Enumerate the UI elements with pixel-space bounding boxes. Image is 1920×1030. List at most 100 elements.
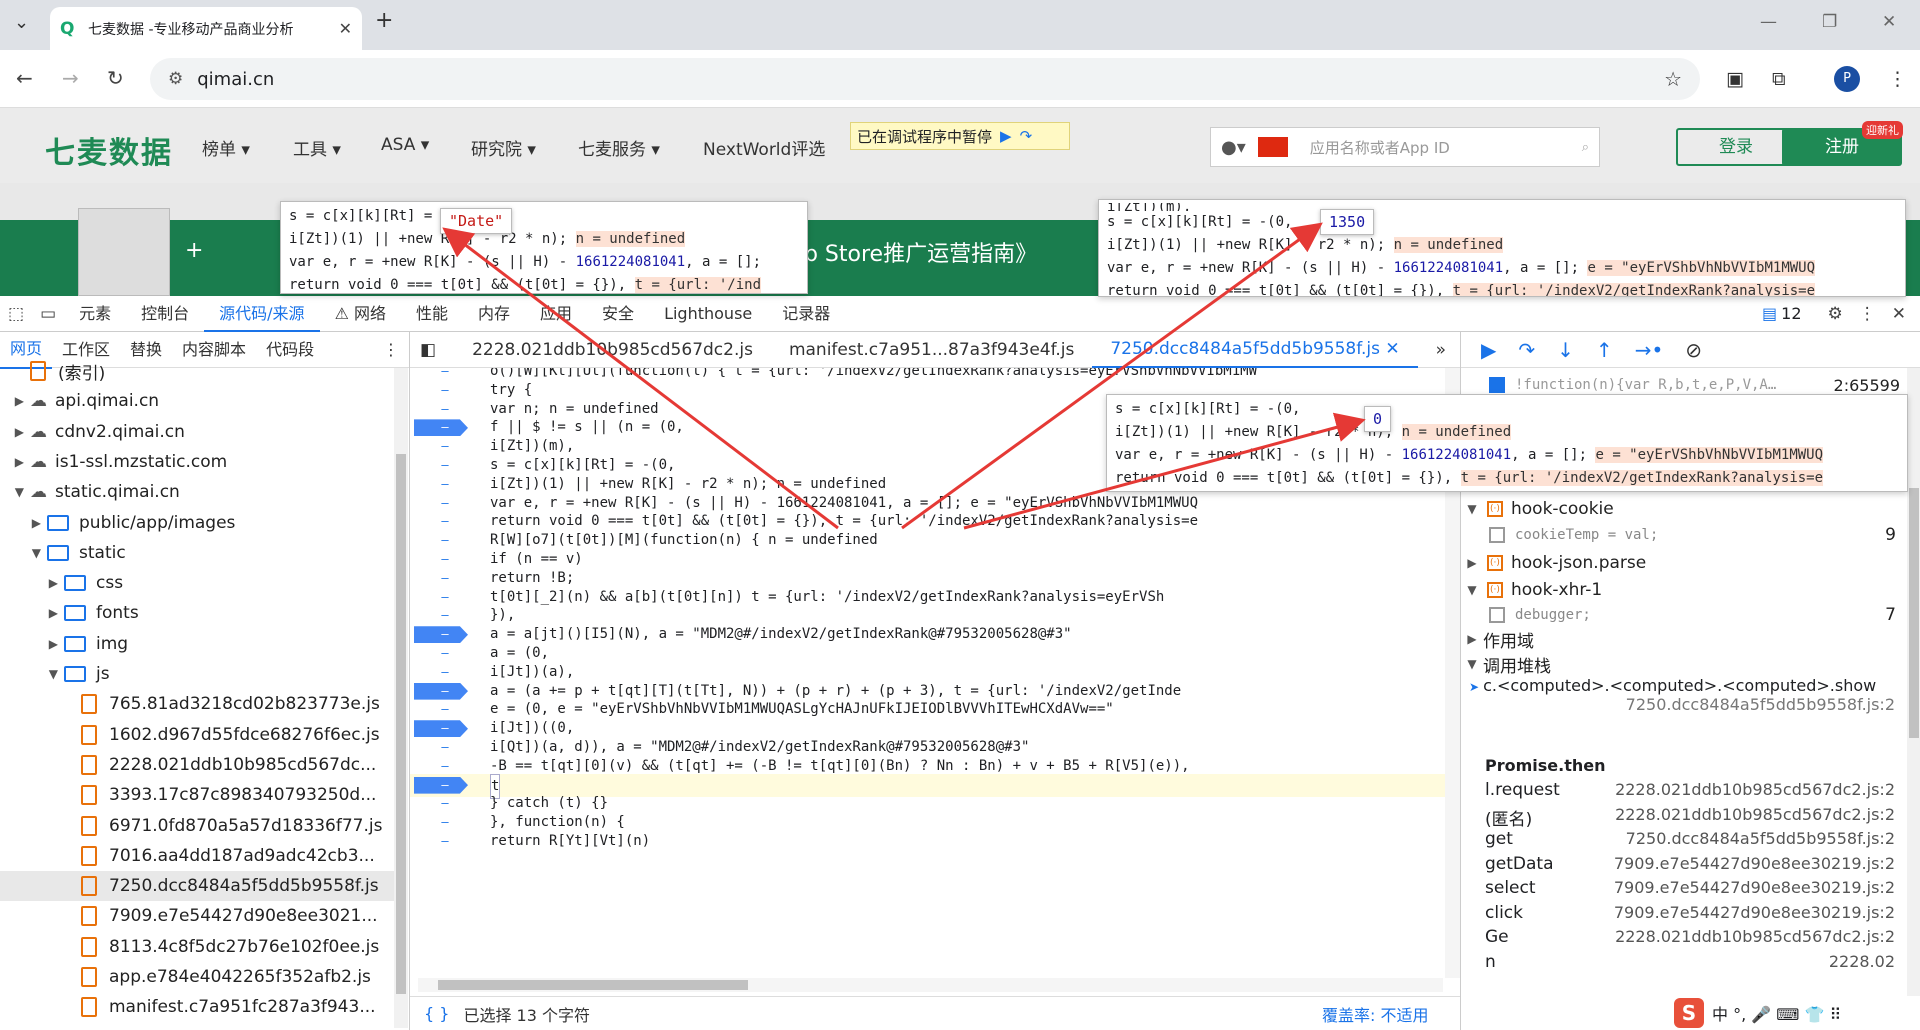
site-logo[interactable]: 七麦数据 [45, 128, 173, 172]
settings-gear-icon[interactable]: ⚙ [1820, 304, 1851, 324]
app-search[interactable]: ●▾ 应用名称或者App ID ⌕ [1210, 127, 1600, 167]
tree-item[interactable]: ▼ static [0, 538, 395, 568]
expand-arrow-icon[interactable]: ▼ [0, 546, 47, 560]
inspect-element-icon[interactable]: ⬚ [0, 304, 32, 324]
forward-icon[interactable]: → [62, 66, 79, 90]
code-line[interactable]: – return R[Yt][Vt](n) [410, 830, 1445, 853]
tree-item[interactable]: ▶ css [0, 568, 395, 598]
expand-arrow-icon[interactable]: ▶ [0, 606, 64, 620]
navigator-scrollbar[interactable] [394, 368, 408, 1028]
expand-arrow-icon[interactable]: ▶ [0, 455, 30, 469]
callstack-section[interactable]: ▼ 调用堆栈 [1461, 649, 1906, 679]
deactivate-breakpoints-icon[interactable]: ⊘ [1685, 338, 1702, 362]
nav-nextworld[interactable]: NextWorld评选 [703, 135, 825, 160]
pretty-print-icon[interactable]: { } [424, 1004, 449, 1023]
tab-lighthouse[interactable]: Lighthouse [649, 296, 767, 332]
tab-recorder[interactable]: 记录器 [767, 296, 845, 332]
tree-item[interactable]: (索引) [0, 356, 395, 386]
tab-elements[interactable]: 元素 [64, 296, 126, 332]
restore-icon[interactable]: ❐ [1822, 12, 1837, 32]
url-text[interactable]: qimai.cn [197, 69, 1664, 90]
browser-tab[interactable]: Q 七麦数据 -专业移动产品商业分析 ✕ [50, 7, 362, 50]
scroll-thumb[interactable] [396, 454, 406, 994]
tree-item[interactable]: ▼ js [0, 659, 395, 689]
nav-tools[interactable]: 工具 ▾ [293, 135, 341, 160]
search-icon[interactable]: ⌕ [1582, 140, 1589, 155]
tree-item[interactable]: 1602.d967d55fdce68276f6ec.js [0, 720, 395, 750]
xhr-item[interactable]: cookieTemp = val; 9 [1461, 520, 1906, 550]
issues-count[interactable]: 12 [1777, 304, 1819, 323]
close-devtools-icon[interactable]: ✕ [1884, 304, 1920, 324]
tree-item[interactable]: app.e784e4042265f352afb2.js [0, 962, 395, 992]
profile-avatar[interactable]: P [1834, 66, 1860, 92]
login-button[interactable]: 登录 [1676, 128, 1796, 166]
tab-close-icon[interactable]: ✕ [339, 19, 352, 38]
callstack-frame[interactable]: select 7909.e7e54427d90e8ee30219.js:2 [1485, 878, 1905, 898]
coverage-status[interactable]: 覆盖率: 不适用 [1322, 1002, 1428, 1026]
extensions-puzzle-icon[interactable]: ⧉ [1772, 68, 1786, 90]
tree-item[interactable]: 7250.dcc8484a5f5dd5b9558f.js [0, 871, 395, 902]
tab-security[interactable]: 安全 [587, 296, 649, 332]
tree-item[interactable]: ▶ ☁ is1-ssl.mzstatic.com [0, 447, 395, 477]
breakpoint-checkbox[interactable] [1489, 377, 1505, 393]
nav-research[interactable]: 研究院 ▾ [471, 135, 536, 160]
step-over-icon[interactable]: ↷ [1020, 127, 1033, 145]
back-icon[interactable]: ← [16, 66, 33, 90]
tree-item[interactable]: ▶ fonts [0, 598, 395, 628]
item-checkbox[interactable] [1489, 607, 1505, 623]
debugger-scrollbar[interactable] [1907, 368, 1920, 1030]
tree-item[interactable]: ▼ ☁ static.qimai.cn [0, 477, 395, 507]
callstack-frame[interactable]: getData 7909.e7e54427d90e8ee30219.js:2 [1485, 854, 1905, 874]
callstack-current-frame[interactable]: ➤ c.<computed>.<computed>.<computed>.show… [1469, 676, 1905, 714]
apple-icon[interactable]: ●▾ [1221, 137, 1246, 158]
site-info-icon[interactable]: ⚙ [168, 69, 183, 89]
tree-item[interactable]: 7016.aa4dd187ad9adc42cb3... [0, 841, 395, 871]
expand-arrow-icon[interactable]: ▶ [0, 576, 64, 590]
step-into-icon[interactable]: ↓ [1557, 338, 1574, 362]
tree-item[interactable]: ▶ public/app/images [0, 508, 395, 538]
scroll-thumb[interactable] [438, 980, 748, 990]
expand-arrow-icon[interactable]: ▼ [0, 667, 64, 681]
expand-arrow-icon[interactable]: ▶ [0, 637, 64, 651]
file-tab-active[interactable]: 7250.dcc8484a5f5dd5b9558f.js ✕ [1092, 332, 1418, 368]
file-tab[interactable]: 2228.021ddb10b985cd567dc2.js [454, 340, 771, 360]
ime-toolbar[interactable]: S 中 °, 🎤 ⌨ 👕 ⠿ [1668, 996, 1920, 1030]
tree-item[interactable]: 7909.e7e54427d90e8ee3021... [0, 901, 395, 931]
tree-item[interactable]: 6971.0fd870a5a57d18336f77.js [0, 811, 395, 841]
tab-console[interactable]: 控制台 [126, 296, 204, 332]
callstack-frame[interactable]: Ge 2228.021ddb10b985cd567dc2.js:2 [1485, 927, 1905, 947]
tab-sources[interactable]: 源代码/来源 [204, 296, 320, 332]
expand-arrow-icon[interactable]: ▶ [0, 394, 30, 408]
tree-item[interactable]: 765.81ad3218cd02b823773e.js [0, 689, 395, 719]
tree-item[interactable]: 2228.021ddb10b985cd567dc... [0, 750, 395, 780]
tab-memory[interactable]: 内存 [463, 296, 525, 332]
scroll-thumb[interactable] [1909, 488, 1919, 738]
file-tab[interactable]: manifest.c7a951...87a3f943e4f.js [771, 340, 1092, 360]
line-gutter[interactable]: – [410, 830, 480, 853]
tree-item[interactable]: ▶ img [0, 629, 395, 659]
callstack-frame[interactable]: click 7909.e7e54427d90e8ee30219.js:2 [1485, 903, 1905, 923]
reload-icon[interactable]: ↻ [107, 66, 124, 90]
minimize-icon[interactable]: — [1760, 12, 1777, 32]
step-out-icon[interactable]: ↑ [1596, 338, 1613, 362]
callstack-frame[interactable]: get 7250.dcc8484a5f5dd5b9558f.js:2 [1485, 829, 1905, 849]
tree-item[interactable]: ▶ ☁ api.qimai.cn [0, 386, 395, 416]
tree-item[interactable]: manifest.c7a951fc287a3f943... [0, 992, 395, 1022]
resume-icon[interactable]: ▶︎ [1000, 127, 1012, 145]
xhr-group-hook-json-parse[interactable]: ▶ (·) hook-json.parse [1461, 548, 1906, 578]
tab-search-icon[interactable]: ⌄ [14, 12, 29, 33]
devtools-menu-icon[interactable]: ⋮ [1851, 304, 1884, 324]
expand-arrow-icon[interactable]: ▶ [0, 516, 47, 530]
close-tab-icon[interactable]: ✕ [1385, 339, 1399, 359]
device-toolbar-icon[interactable]: ▭ [32, 304, 64, 324]
tree-item[interactable]: 8113.4c8f5dc27b76e102f0ee.js [0, 932, 395, 962]
tree-item[interactable]: ▶ ☁ cdnv2.qimai.cn [0, 417, 395, 447]
close-window-icon[interactable]: ✕ [1882, 12, 1896, 32]
callstack-frame[interactable]: l.request 2228.021ddb10b985cd567dc2.js:2 [1485, 780, 1905, 800]
step-over-icon[interactable]: ↷ [1518, 338, 1535, 362]
search-input[interactable]: 应用名称或者App ID [1310, 137, 1582, 158]
sogou-ime-icon[interactable]: S [1674, 998, 1704, 1028]
issues-icon[interactable]: ▤ [1762, 304, 1777, 323]
bookmark-star-icon[interactable]: ☆ [1664, 67, 1682, 91]
editor-hscrollbar[interactable] [418, 978, 1443, 992]
